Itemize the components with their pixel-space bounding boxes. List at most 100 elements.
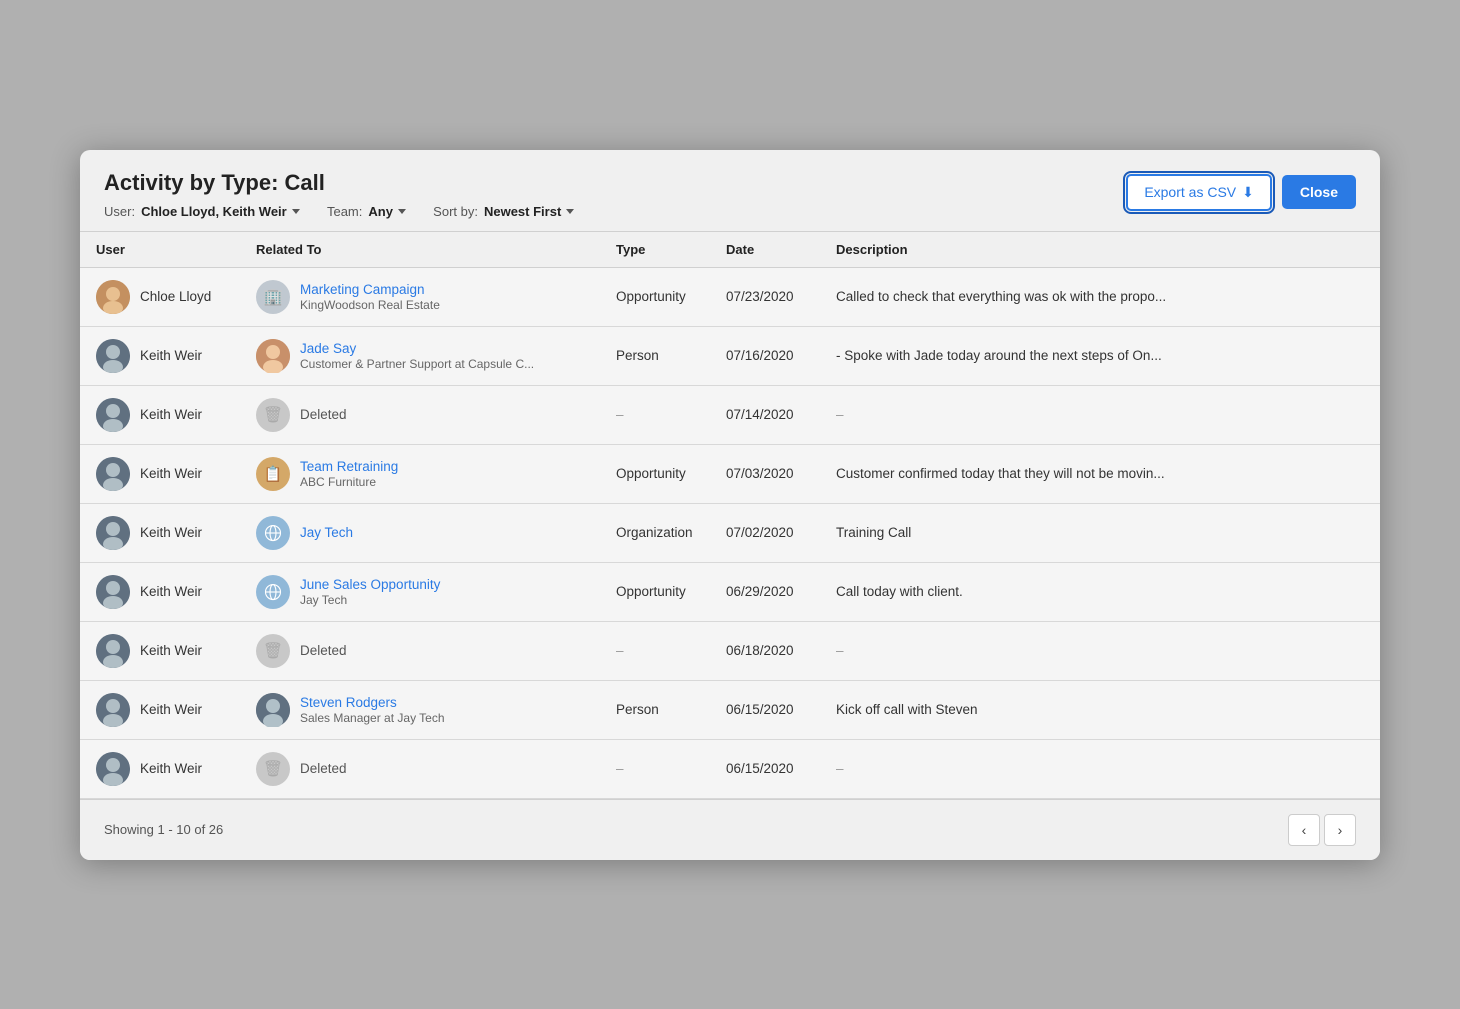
header-right: Export as CSV ⬇ Close: [1126, 174, 1356, 211]
prev-page-button[interactable]: ‹: [1288, 814, 1320, 846]
activity-table: User Related To Type Date Description Ch…: [80, 231, 1380, 799]
type-dash: –: [616, 761, 624, 776]
user-filter-value: Chloe Lloyd, Keith Weir: [141, 204, 287, 219]
desc-dash: –: [836, 407, 844, 422]
related-link[interactable]: Team Retraining: [300, 459, 398, 474]
related-link[interactable]: Jade Say: [300, 341, 534, 356]
user-name: Keith Weir: [140, 525, 202, 540]
table-row: Keith Weir 🗑 Deleted – 07/14/2020 –: [80, 385, 1380, 444]
date-cell: 07/14/2020: [710, 385, 820, 444]
type-cell: –: [600, 621, 710, 680]
description-cell: Called to check that everything was ok w…: [820, 267, 1380, 326]
related-link[interactable]: Steven Rodgers: [300, 695, 445, 710]
date-cell: 06/18/2020: [710, 621, 820, 680]
table-row: Chloe Lloyd🏢Marketing CampaignKingWoodso…: [80, 267, 1380, 326]
description-cell: Training Call: [820, 503, 1380, 562]
user-filter-label: User:: [104, 204, 135, 219]
team-filter-label: Team:: [327, 204, 362, 219]
team-filter-dropdown[interactable]: Any: [368, 204, 406, 219]
related-icon: [256, 575, 290, 609]
col-header-user: User: [80, 231, 240, 267]
sort-chevron-icon: [566, 209, 574, 214]
user-avatar: [96, 339, 130, 373]
table-row: Keith Weir Steven RodgersSales Manager a…: [80, 680, 1380, 739]
user-avatar: [96, 280, 130, 314]
description-cell: –: [820, 621, 1380, 680]
related-cell: Jay Tech: [240, 503, 600, 562]
user-name: Keith Weir: [140, 702, 202, 717]
table-row: Keith Weir🗑Deleted–06/18/2020–: [80, 621, 1380, 680]
user-name: Keith Weir: [140, 466, 202, 481]
user-avatar: [96, 398, 130, 432]
related-icon: [256, 516, 290, 550]
related-icon: 🗑: [256, 634, 290, 668]
showing-count: Showing 1 - 10 of 26: [104, 822, 223, 837]
related-link[interactable]: Marketing Campaign: [300, 282, 440, 297]
type-cell: –: [600, 385, 710, 444]
sort-filter-label: Sort by:: [433, 204, 478, 219]
header-row: User Related To Type Date Description: [80, 231, 1380, 267]
user-cell: Keith Weir: [80, 680, 240, 739]
deleted-label: Deleted: [300, 761, 347, 776]
related-icon: [256, 339, 290, 373]
related-link[interactable]: June Sales Opportunity: [300, 577, 440, 592]
deleted-label: Deleted: [300, 407, 347, 422]
deleted-label: Deleted: [300, 643, 347, 658]
user-cell: Keith Weir: [80, 621, 240, 680]
col-header-type: Type: [600, 231, 710, 267]
type-dash: –: [616, 643, 624, 658]
modal-footer: Showing 1 - 10 of 26 ‹ ›: [80, 799, 1380, 860]
related-cell: 📋Team RetrainingABC Furniture: [240, 444, 600, 503]
related-cell: Steven RodgersSales Manager at Jay Tech: [240, 680, 600, 739]
user-name: Keith Weir: [140, 761, 202, 776]
next-page-button[interactable]: ›: [1324, 814, 1356, 846]
related-icon: 📋: [256, 457, 290, 491]
trash-icon: 🗑: [263, 405, 283, 425]
download-icon: ⬇: [1242, 184, 1254, 201]
related-link[interactable]: Jay Tech: [300, 525, 353, 540]
description-cell: Call today with client.: [820, 562, 1380, 621]
team-filter-value: Any: [368, 204, 393, 219]
type-cell: Person: [600, 680, 710, 739]
related-cell: Jade SayCustomer & Partner Support at Ca…: [240, 326, 600, 385]
user-cell: Keith Weir: [80, 503, 240, 562]
col-header-date: Date: [710, 231, 820, 267]
col-header-description: Description: [820, 231, 1380, 267]
type-cell: Organization: [600, 503, 710, 562]
related-subtitle: KingWoodson Real Estate: [300, 298, 440, 312]
table-row: Keith Weir Jay Tech Organization07/02/202…: [80, 503, 1380, 562]
desc-dash: –: [836, 761, 844, 776]
type-dash: –: [616, 407, 624, 422]
date-cell: 07/23/2020: [710, 267, 820, 326]
user-cell: Keith Weir: [80, 739, 240, 798]
user-name: Chloe Lloyd: [140, 289, 211, 304]
user-name: Keith Weir: [140, 407, 202, 422]
type-cell: Person: [600, 326, 710, 385]
related-icon: 🗑: [256, 752, 290, 786]
activity-modal: Activity by Type: Call User: Chloe Lloyd…: [80, 150, 1380, 860]
date-cell: 07/03/2020: [710, 444, 820, 503]
user-cell: Keith Weir: [80, 385, 240, 444]
sort-filter-dropdown[interactable]: Newest First: [484, 204, 574, 219]
col-header-related: Related To: [240, 231, 600, 267]
modal-header: Activity by Type: Call User: Chloe Lloyd…: [80, 150, 1380, 231]
trash-icon: 🗑: [263, 641, 283, 661]
user-chevron-icon: [292, 209, 300, 214]
table-row: Keith Weir🗑Deleted–06/15/2020–: [80, 739, 1380, 798]
table-row: Keith Weir June Sales OpportunityJay Tec…: [80, 562, 1380, 621]
export-label: Export as CSV: [1144, 184, 1236, 200]
export-csv-button[interactable]: Export as CSV ⬇: [1126, 174, 1272, 211]
team-chevron-icon: [398, 209, 406, 214]
user-cell: Keith Weir: [80, 326, 240, 385]
user-cell: Keith Weir: [80, 562, 240, 621]
table-row: Keith Weir📋Team RetrainingABC FurnitureO…: [80, 444, 1380, 503]
user-avatar: [96, 457, 130, 491]
type-cell: –: [600, 739, 710, 798]
user-filter-dropdown[interactable]: Chloe Lloyd, Keith Weir: [141, 204, 300, 219]
table-header: User Related To Type Date Description: [80, 231, 1380, 267]
description-cell: Customer confirmed today that they will …: [820, 444, 1380, 503]
close-button[interactable]: Close: [1282, 175, 1356, 209]
date-cell: 07/02/2020: [710, 503, 820, 562]
user-avatar: [96, 634, 130, 668]
description-cell: - Spoke with Jade today around the next …: [820, 326, 1380, 385]
